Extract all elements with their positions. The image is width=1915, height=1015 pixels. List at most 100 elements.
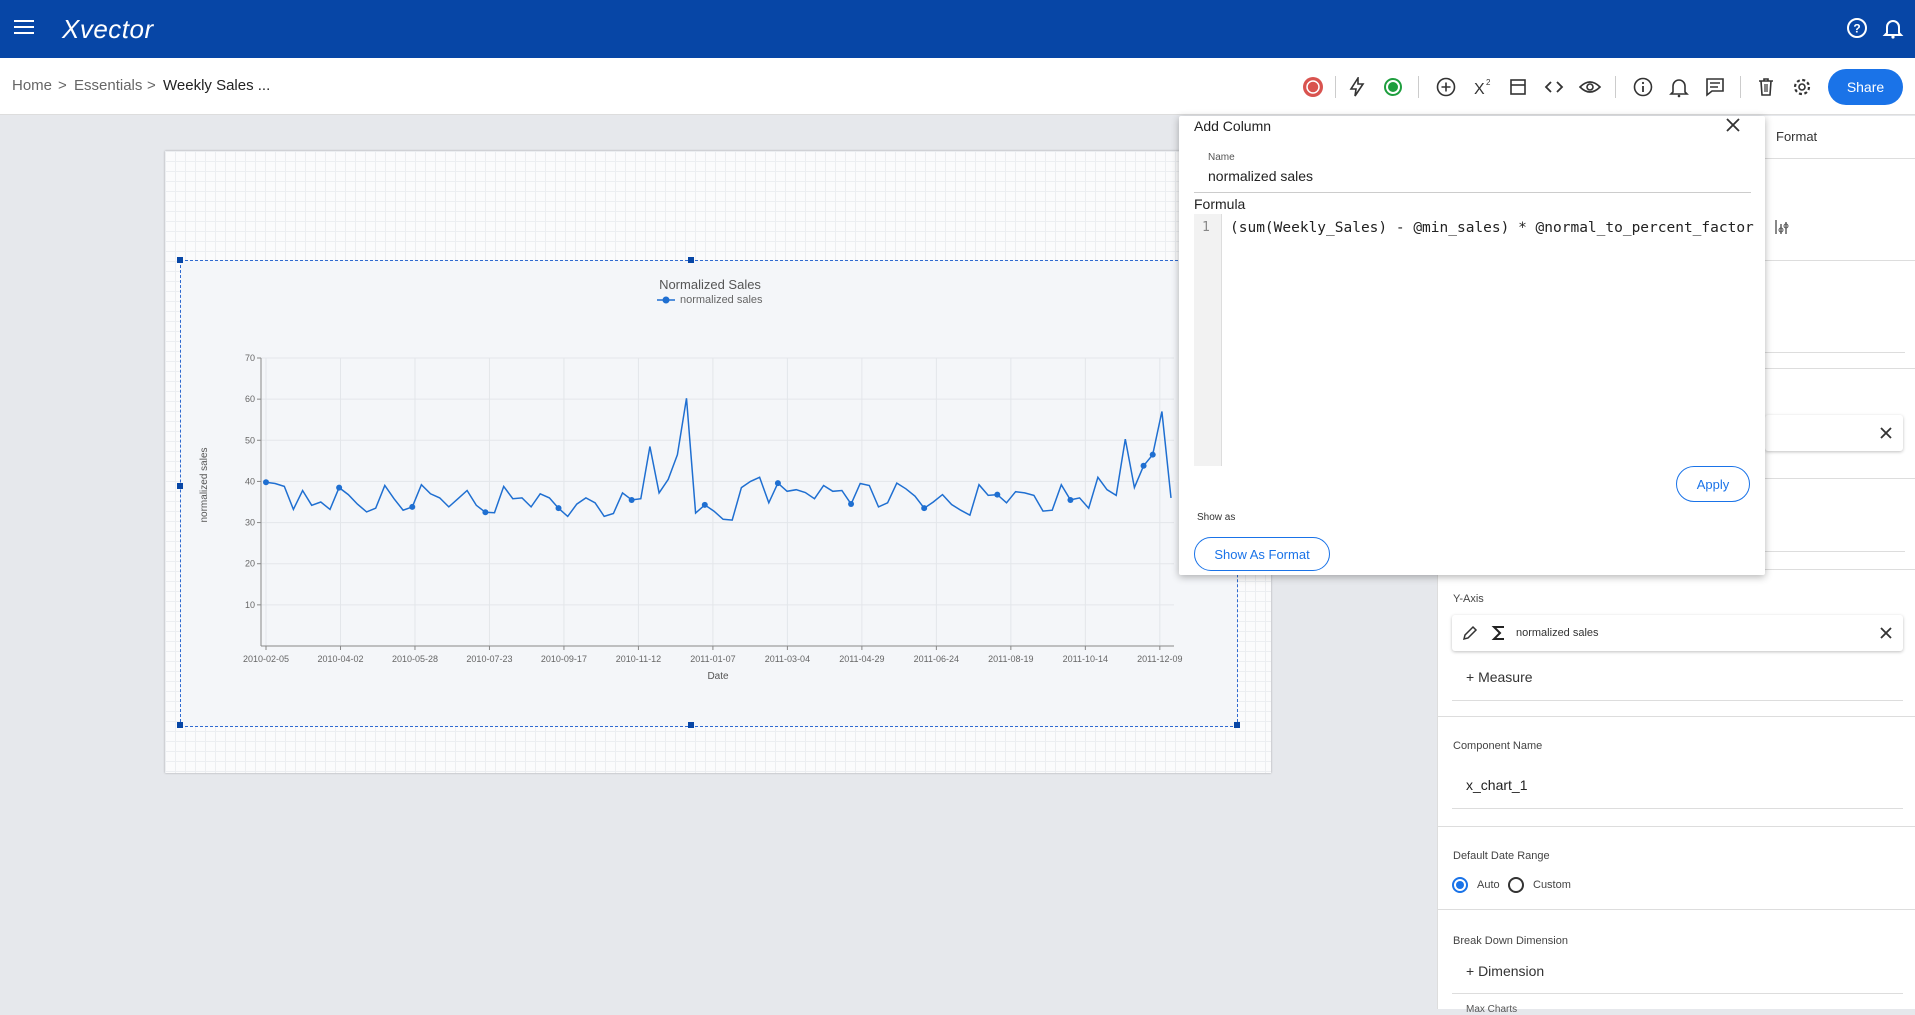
breadcrumb-current: Weekly Sales ... (163, 77, 271, 94)
data-point[interactable] (628, 496, 635, 503)
breadcrumb-essentials[interactable]: Essentials (74, 77, 142, 94)
breakdown-dimension-label: Break Down Dimension (1453, 935, 1568, 947)
chart-series (263, 398, 1172, 521)
preview-eye-icon[interactable] (1577, 74, 1603, 100)
y-tick-label: 50 (245, 435, 255, 445)
close-dialog-icon[interactable] (1720, 112, 1746, 138)
breadcrumb-separator: > (147, 77, 156, 94)
breadcrumb-home[interactable]: Home (12, 77, 52, 94)
formula-icon[interactable]: X2 (1470, 74, 1496, 100)
radio-custom-label: Custom (1533, 879, 1571, 891)
data-point[interactable] (994, 491, 1001, 498)
toolbar-divider (1740, 76, 1741, 98)
x-tick-label: 2011-06-24 (914, 654, 959, 664)
hamburger-menu-icon[interactable] (12, 16, 36, 40)
resize-handle[interactable] (688, 257, 694, 263)
add-circle-icon[interactable] (1433, 74, 1459, 100)
layout-icon[interactable] (1505, 74, 1531, 100)
data-point[interactable] (1067, 496, 1074, 503)
divider (1452, 808, 1903, 809)
y-tick-label: 10 (245, 600, 255, 610)
data-point[interactable] (555, 505, 562, 512)
add-dimension-button[interactable]: + Dimension (1466, 963, 1544, 979)
info-icon[interactable] (1630, 74, 1656, 100)
edit-pencil-icon[interactable] (1457, 620, 1483, 646)
formula-code[interactable]: (sum(Weekly_Sales) - @min_sales) * @norm… (1230, 220, 1754, 236)
notifications-icon[interactable] (1881, 16, 1905, 40)
series-line[interactable] (265, 398, 1172, 521)
lightning-icon[interactable] (1344, 74, 1370, 100)
remove-x-axis-icon[interactable] (1873, 420, 1899, 446)
data-point[interactable] (1140, 462, 1147, 469)
x-tick-label: 2010-11-12 (616, 654, 661, 664)
delete-icon[interactable] (1753, 74, 1779, 100)
data-point[interactable] (774, 480, 781, 487)
status-live-icon[interactable] (1380, 74, 1406, 100)
name-input[interactable]: normalized sales (1208, 168, 1313, 184)
data-point[interactable] (336, 484, 343, 491)
data-point[interactable] (263, 479, 269, 486)
date-range-label: Default Date Range (1453, 850, 1550, 862)
resize-handle[interactable] (688, 722, 694, 728)
name-field-label: Name (1208, 152, 1235, 163)
component-name-label: Component Name (1453, 740, 1543, 752)
data-point[interactable] (921, 505, 928, 512)
data-point[interactable] (409, 503, 416, 510)
data-point[interactable] (482, 509, 489, 516)
x-tick-label: 2010-05-28 (392, 654, 438, 664)
component-name-input[interactable]: x_chart_1 (1466, 777, 1527, 793)
divider (1765, 551, 1905, 552)
max-charts-label: Max Charts (1466, 1004, 1518, 1015)
y-axis-measure-label: normalized sales (1516, 627, 1599, 639)
alert-bell-icon[interactable] (1666, 74, 1692, 100)
comment-icon[interactable] (1702, 74, 1728, 100)
chart-type-icon[interactable] (1770, 214, 1796, 240)
formula-editor[interactable]: 1 (sum(Weekly_Sales) - @min_sales) * @no… (1194, 214, 1754, 466)
avatar-badge-icon[interactable] (1300, 74, 1326, 100)
remove-measure-icon[interactable] (1873, 620, 1899, 646)
code-icon[interactable] (1541, 74, 1567, 100)
apply-button[interactable]: Apply (1676, 466, 1750, 502)
radio-custom[interactable] (1508, 877, 1524, 893)
y-axis-section-label: Y-Axis (1453, 593, 1484, 605)
app-logo[interactable]: Xvector (62, 14, 154, 45)
share-button[interactable]: Share (1828, 69, 1903, 105)
formula-label: Formula (1194, 196, 1246, 212)
name-input-underline (1194, 192, 1751, 193)
x-tick-label: 2011-08-19 (988, 654, 1033, 664)
help-icon[interactable]: ? (1845, 16, 1869, 40)
y-tick-label: 20 (245, 559, 255, 569)
chart-component[interactable]: Normalized Sales normalized sales normal… (180, 260, 1238, 727)
divider (1765, 352, 1905, 353)
line-number: 1 (1202, 220, 1210, 235)
resize-handle[interactable] (177, 257, 183, 263)
resize-handle[interactable] (1234, 722, 1240, 728)
chart-legend[interactable]: normalized sales (657, 294, 763, 306)
x-tick-label: 2011-01-07 (690, 654, 735, 664)
data-point[interactable] (701, 501, 708, 508)
svg-text:?: ? (1853, 22, 1860, 36)
data-point[interactable] (848, 501, 855, 508)
data-point[interactable] (1149, 451, 1156, 458)
y-tick-label: 60 (245, 394, 255, 404)
svg-text:2: 2 (1486, 78, 1491, 87)
x-axis-label: Date (707, 671, 729, 682)
resize-handle[interactable] (177, 483, 183, 489)
radio-auto[interactable] (1452, 877, 1468, 893)
show-as-label: Show as (1197, 512, 1236, 523)
legend-label: normalized sales (680, 294, 763, 306)
resize-handle[interactable] (177, 722, 183, 728)
settings-gear-icon[interactable] (1789, 74, 1815, 100)
top-bar: Xvector ? (0, 0, 1915, 58)
y-tick-label: 40 (245, 476, 255, 486)
x-tick-label: 2011-10-14 (1063, 654, 1108, 664)
divider (1765, 260, 1915, 261)
x-tick-label: 2011-03-04 (765, 654, 810, 664)
sum-aggregate-icon[interactable] (1486, 620, 1512, 646)
tab-format[interactable]: Format (1776, 129, 1817, 144)
show-as-format-button[interactable]: Show As Format (1194, 537, 1330, 571)
editor-gutter: 1 (1194, 214, 1222, 466)
toolbar-divider (1418, 76, 1419, 98)
x-tick-label: 2010-07-23 (466, 654, 512, 664)
add-measure-button[interactable]: + Measure (1466, 669, 1533, 685)
